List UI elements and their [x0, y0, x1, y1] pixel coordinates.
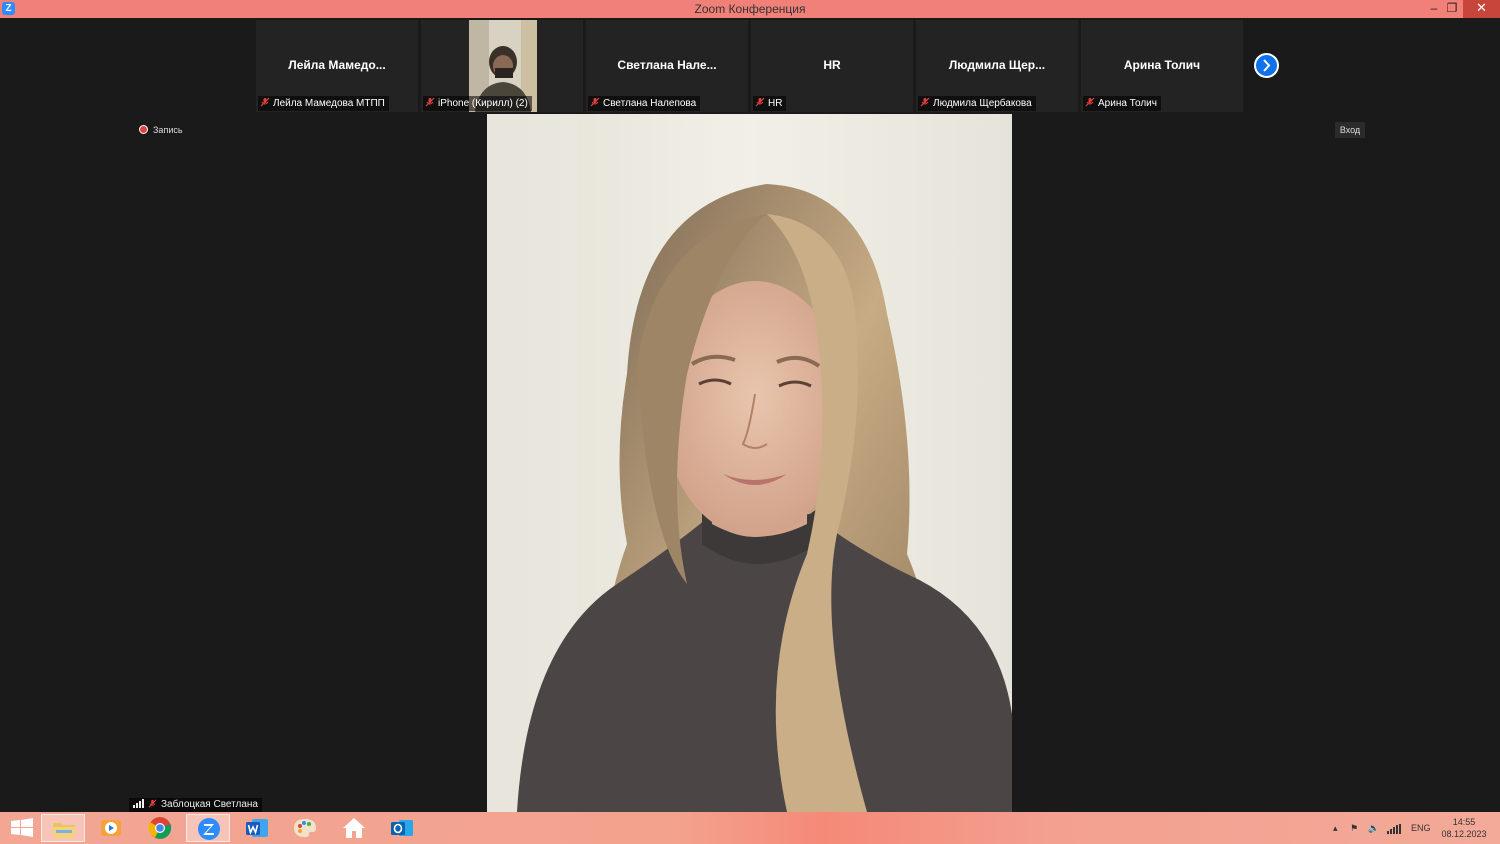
tray-language[interactable]: ENG: [1411, 812, 1431, 844]
home-icon: [343, 818, 365, 838]
participant-tile[interactable]: Арина Толич Арина Толич: [1081, 20, 1243, 112]
participant-label-text: HR: [768, 98, 783, 109]
taskbar-outlook[interactable]: [380, 814, 424, 842]
windows-logo-icon: [11, 818, 33, 837]
participant-tile[interactable]: Лейла Мамедо... Лейла Мамедова МТПП: [256, 20, 418, 112]
network-bars-icon: [1387, 823, 1401, 834]
participant-label: Арина Толич: [1083, 96, 1161, 111]
taskbar-chrome[interactable]: [138, 814, 182, 842]
taskbar-media-player[interactable]: [89, 814, 133, 842]
paint-palette-icon: [294, 819, 316, 837]
active-speaker-label: Заблоцкая Светлана: [129, 798, 262, 812]
record-dot-icon: [139, 125, 148, 134]
zoom-window: Z Zoom Конференция – ❐ ✕ Лейла Мамедо...…: [0, 0, 1500, 844]
participant-label-text: Светлана Налепова: [603, 98, 697, 109]
taskbar-word[interactable]: [235, 814, 279, 842]
media-player-icon: [101, 820, 121, 836]
close-button[interactable]: ✕: [1463, 0, 1500, 18]
participant-name: Арина Толич: [1123, 58, 1201, 72]
main-speaker-video: [487, 114, 1012, 812]
participant-label: Людмила Щербакова: [918, 96, 1036, 111]
participant-name: Светлана Нале...: [617, 58, 717, 72]
participant-name: HR: [823, 58, 841, 72]
tray-network-icon[interactable]: [1387, 812, 1401, 844]
tray-clock[interactable]: 14:55 08.12.2023: [1436, 816, 1492, 840]
window-title: Zoom Конференция: [694, 2, 806, 16]
mic-muted-icon: [260, 97, 270, 107]
participant-label: iPhone (Кирилл) (2): [423, 96, 532, 111]
windows-taskbar: ▴ ⚑ 🔈 ENG 14:55 08.12.2023: [0, 812, 1500, 844]
active-speaker-name: Заблоцкая Светлана: [161, 799, 258, 810]
clock-date: 08.12.2023: [1441, 829, 1487, 839]
participant-tile[interactable]: iPhone (Кирилл) (2): [421, 20, 583, 112]
participant-label-text: Людмила Щербакова: [933, 98, 1032, 109]
taskbar-paint[interactable]: [283, 814, 327, 842]
mic-muted-icon: [920, 97, 930, 107]
participant-tile[interactable]: Светлана Нале... Светлана Налепова: [586, 20, 748, 112]
zoom-icon: [198, 818, 220, 840]
taskbar-home[interactable]: [332, 814, 376, 842]
participant-label-text: Лейла Мамедова МТПП: [273, 98, 385, 109]
outlook-icon: [391, 820, 413, 836]
participant-name: Людмила Щер...: [948, 58, 1046, 72]
participant-tile[interactable]: Людмила Щер... Людмила Щербакова: [916, 20, 1078, 112]
mic-muted-icon: [590, 97, 600, 107]
participant-name: Лейла Мамедо...: [288, 58, 386, 72]
participant-label-text: iPhone (Кирилл) (2): [438, 98, 528, 109]
taskbar-file-explorer[interactable]: [41, 814, 85, 842]
tray-overflow-icon[interactable]: ▴: [1333, 812, 1338, 844]
signal-bars-icon: [133, 799, 144, 808]
participant-tile[interactable]: HR HR: [751, 20, 913, 112]
participant-label: HR: [753, 96, 787, 111]
clock-time: 14:55: [1452, 817, 1476, 827]
enter-button[interactable]: Вход: [1335, 122, 1365, 138]
tray-flag-icon[interactable]: ⚑: [1350, 812, 1358, 844]
start-button[interactable]: [0, 814, 44, 842]
folder-icon: [53, 823, 75, 838]
restore-button[interactable]: ❐: [1438, 0, 1466, 18]
recording-label: Запись: [153, 125, 183, 135]
mic-muted-icon: [1085, 97, 1095, 107]
chrome-icon: [148, 817, 172, 839]
mic-muted-icon: [425, 97, 435, 107]
tray-volume-icon[interactable]: 🔈: [1368, 812, 1379, 844]
title-bar: Z Zoom Конференция – ❐ ✕: [0, 0, 1500, 18]
participant-label-text: Арина Толич: [1098, 98, 1157, 109]
taskbar-zoom[interactable]: [186, 814, 230, 842]
mic-muted-icon: [148, 799, 157, 808]
next-page-button[interactable]: [1254, 53, 1279, 78]
participant-label: Светлана Налепова: [588, 96, 701, 111]
participant-label: Лейла Мамедова МТПП: [258, 96, 389, 111]
mic-muted-icon: [755, 97, 765, 107]
recording-indicator[interactable]: Запись: [139, 124, 183, 136]
word-icon: [246, 819, 268, 837]
chevron-right-icon: [1263, 59, 1271, 72]
